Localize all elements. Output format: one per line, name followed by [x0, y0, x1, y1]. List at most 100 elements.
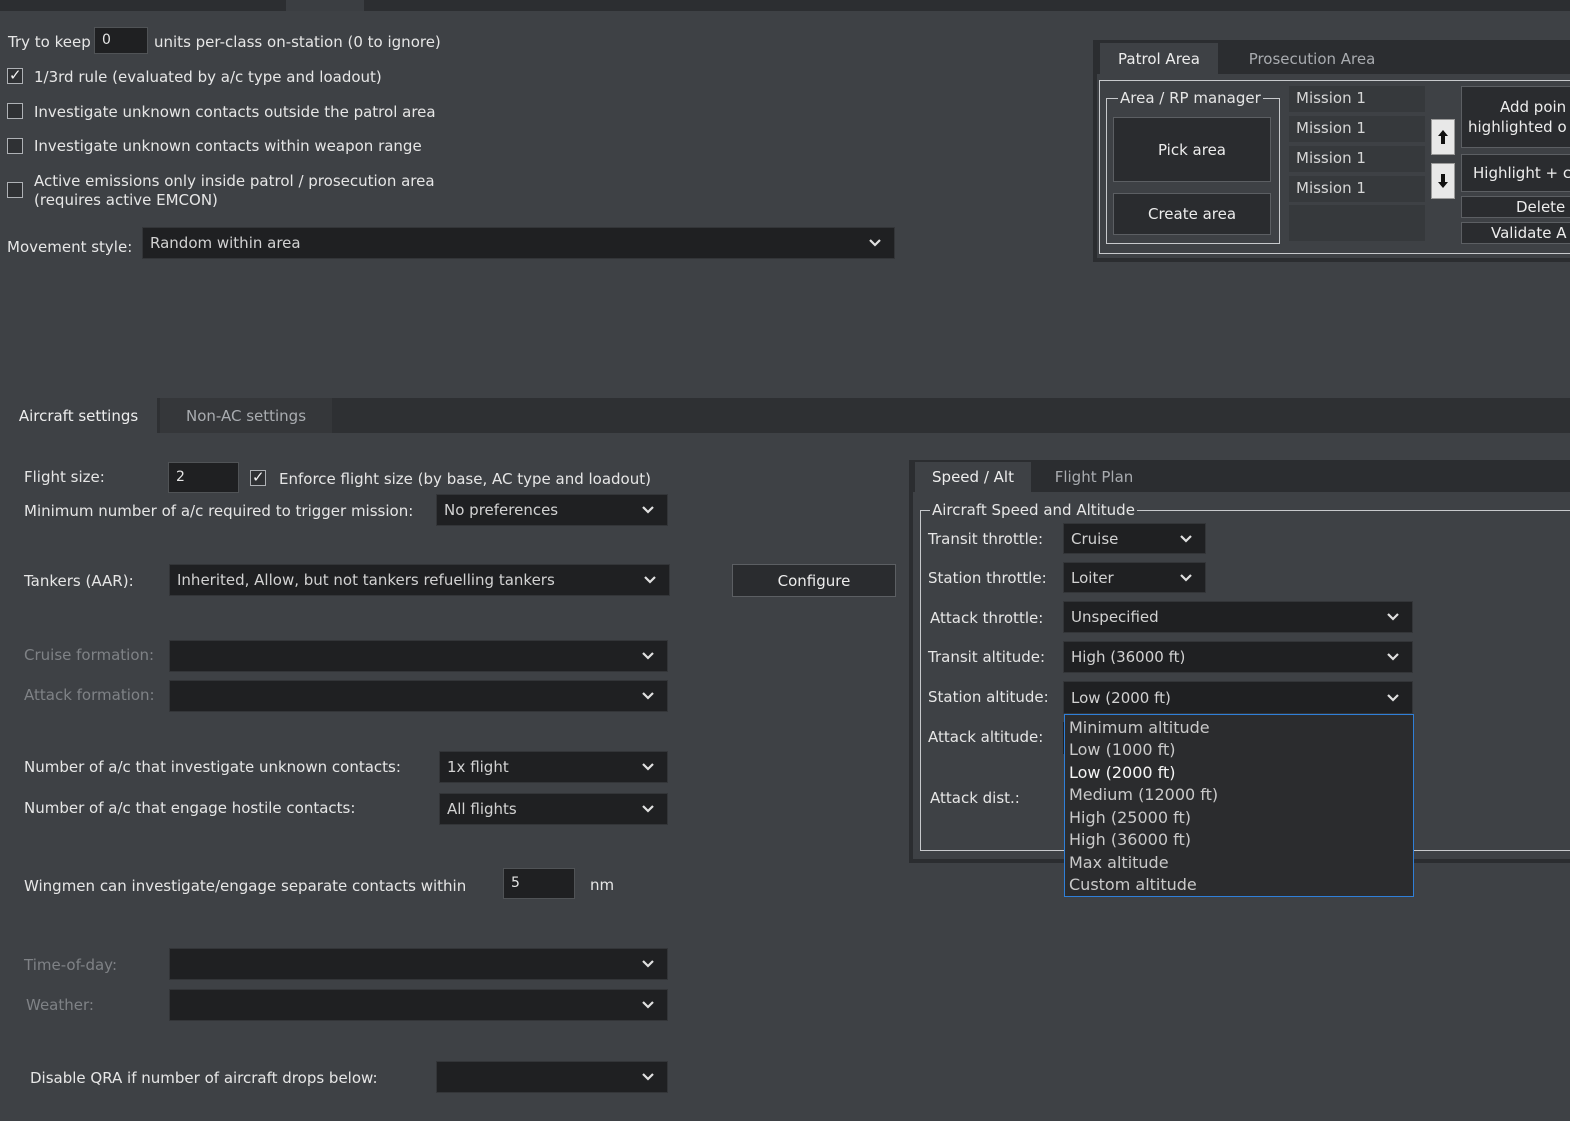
tankers-label: Tankers (AAR):: [24, 572, 134, 590]
flight-size-input[interactable]: 2: [168, 462, 239, 493]
transit-altitude-select[interactable]: High (36000 ft): [1063, 641, 1413, 673]
active-emissions-label-2: (requires active EMCON): [34, 191, 218, 209]
configure-button[interactable]: Configure: [732, 564, 896, 597]
rp-list-item[interactable]: Mission 1: [1289, 116, 1425, 142]
attack-altitude-label: Attack altitude:: [928, 728, 1044, 746]
enforce-flight-size-label: Enforce flight size (by base, AC type an…: [279, 470, 651, 488]
chevron-down-icon: [629, 1062, 667, 1092]
flight-size-label: Flight size:: [24, 468, 105, 486]
chevron-down-icon: [629, 681, 667, 711]
attack-throttle-value: Unspecified: [1071, 608, 1159, 626]
movement-style-value: Random within area: [150, 234, 301, 252]
altitude-option[interactable]: Low (1000 ft): [1069, 739, 1176, 760]
tankers-value: Inherited, Allow, but not tankers refuel…: [177, 571, 555, 589]
altitude-option[interactable]: Custom altitude: [1069, 874, 1197, 895]
try-keep-prefix: Try to keep: [8, 33, 91, 51]
tab-flight-plan[interactable]: Flight Plan: [1034, 462, 1154, 492]
rule13-checkbox[interactable]: [7, 66, 23, 84]
movement-style-select[interactable]: Random within area: [142, 227, 895, 259]
add-point-button[interactable]: Add poin highlighted o: [1461, 86, 1570, 148]
chevron-down-icon: [629, 495, 667, 525]
investigate-weapon-checkbox[interactable]: [7, 138, 23, 154]
attack-dist-label: Attack dist.:: [930, 789, 1020, 807]
transit-throttle-value: Cruise: [1071, 529, 1119, 548]
tab-speed-alt[interactable]: Speed / Alt: [915, 462, 1031, 492]
highlight-button[interactable]: Highlight + c: [1461, 154, 1570, 192]
min-ac-value: No preferences: [444, 501, 559, 519]
station-throttle-select[interactable]: Loiter: [1063, 562, 1206, 593]
time-of-day-label: Time-of-day:: [24, 956, 118, 974]
wingmen-unit: nm: [590, 876, 615, 894]
investigate-count-value: 1x flight: [447, 758, 509, 776]
tab-aircraft-settings[interactable]: Aircraft settings: [0, 398, 157, 433]
wingmen-label: Wingmen can investigate/engage separate …: [24, 877, 467, 895]
rule13-label: 1/3rd rule (evaluated by a/c type and lo…: [34, 68, 382, 86]
tab-prosecution-area[interactable]: Prosecution Area: [1221, 43, 1403, 74]
altitude-option[interactable]: Minimum altitude: [1069, 717, 1210, 738]
top-strip-tab[interactable]: [286, 0, 364, 11]
chevron-down-icon: [1167, 524, 1205, 553]
create-area-button[interactable]: Create area: [1113, 193, 1271, 235]
station-altitude-label: Station altitude:: [928, 688, 1049, 706]
chevron-down-icon: [1374, 682, 1412, 713]
delete-button[interactable]: Delete: [1461, 196, 1570, 218]
altitude-option[interactable]: High (36000 ft): [1069, 829, 1191, 850]
qra-label: Disable QRA if number of aircraft drops …: [30, 1069, 378, 1087]
pick-area-button[interactable]: Pick area: [1113, 117, 1271, 182]
tab-patrol-area[interactable]: Patrol Area: [1100, 43, 1218, 74]
transit-altitude-value: High (36000 ft): [1071, 648, 1186, 666]
attack-formation-label: Attack formation:: [24, 686, 155, 704]
engage-count-value: All flights: [447, 800, 517, 818]
qra-select[interactable]: [436, 1061, 668, 1093]
rp-list-empty: [1289, 205, 1425, 241]
try-keep-suffix: units per-class on-station (0 to ignore): [154, 33, 441, 51]
transit-throttle-label: Transit throttle:: [928, 530, 1044, 548]
arrow-up-icon: [1438, 130, 1448, 144]
investigate-outside-label: Investigate unknown contacts outside the…: [34, 103, 436, 121]
add-point-label-1: Add poin: [1500, 98, 1567, 116]
active-emissions-label-1: Active emissions only inside patrol / pr…: [34, 172, 435, 190]
chevron-down-icon: [629, 949, 667, 979]
tab-non-ac-settings[interactable]: Non-AC settings: [160, 398, 332, 433]
chevron-down-icon: [629, 752, 667, 782]
altitude-option[interactable]: High (25000 ft): [1069, 807, 1191, 828]
weather-select[interactable]: [169, 989, 668, 1021]
move-down-button[interactable]: [1431, 163, 1455, 199]
rp-list-item[interactable]: Mission 1: [1289, 86, 1425, 112]
station-throttle-label: Station throttle:: [928, 569, 1047, 587]
station-altitude-dropdown-list: Minimum altitude Low (1000 ft) Low (2000…: [1064, 714, 1414, 897]
add-point-label-2: highlighted o: [1468, 118, 1567, 136]
wingmen-range-input[interactable]: 5: [503, 868, 575, 899]
units-on-station-input[interactable]: 0: [94, 27, 148, 54]
chevron-down-icon: [1374, 602, 1412, 632]
transit-altitude-label: Transit altitude:: [928, 648, 1046, 666]
attack-formation-select[interactable]: [169, 680, 668, 712]
min-ac-select[interactable]: No preferences: [436, 494, 668, 526]
chevron-down-icon: [629, 794, 667, 824]
rp-list-item[interactable]: Mission 1: [1289, 176, 1425, 202]
chevron-down-icon: [1374, 642, 1412, 672]
investigate-outside-checkbox[interactable]: [7, 103, 23, 119]
altitude-option[interactable]: Max altitude: [1069, 852, 1169, 873]
cruise-formation-select[interactable]: [169, 640, 668, 672]
transit-throttle-select[interactable]: Cruise: [1063, 523, 1206, 554]
altitude-option[interactable]: Medium (12000 ft): [1069, 784, 1218, 805]
validate-button[interactable]: Validate A: [1461, 222, 1570, 244]
active-emissions-checkbox[interactable]: [7, 182, 23, 198]
attack-throttle-select[interactable]: Unspecified: [1063, 601, 1413, 633]
time-of-day-select[interactable]: [169, 948, 668, 980]
move-up-button[interactable]: [1431, 119, 1455, 155]
station-altitude-select[interactable]: Low (2000 ft): [1063, 681, 1413, 714]
cruise-formation-label: Cruise formation:: [24, 646, 155, 664]
tankers-select[interactable]: Inherited, Allow, but not tankers refuel…: [169, 564, 670, 596]
investigate-weapon-label: Investigate unknown contacts within weap…: [34, 137, 422, 155]
engage-count-select[interactable]: All flights: [439, 793, 668, 825]
investigate-count-select[interactable]: 1x flight: [439, 751, 668, 783]
chevron-down-icon: [1167, 563, 1205, 592]
enforce-flight-size-checkbox[interactable]: [250, 468, 266, 486]
top-strip: [0, 0, 1570, 11]
chevron-down-icon: [629, 990, 667, 1020]
altitude-option-selected[interactable]: Low (2000 ft): [1069, 762, 1176, 783]
movement-style-label: Movement style:: [7, 238, 133, 256]
rp-list-item[interactable]: Mission 1: [1289, 146, 1425, 172]
